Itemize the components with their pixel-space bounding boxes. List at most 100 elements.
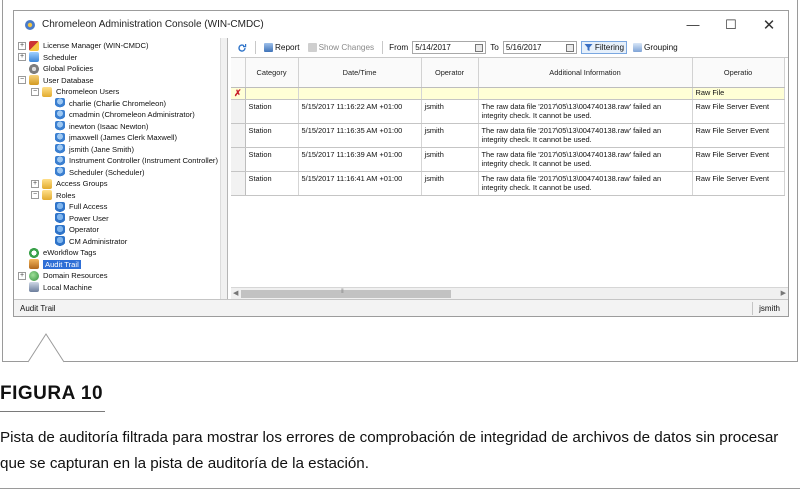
expand-icon[interactable]: + <box>18 53 26 62</box>
tree-item-label: Instrument Controller (Instrument Contro… <box>69 156 218 166</box>
collapse-icon[interactable]: − <box>31 87 39 96</box>
report-button[interactable]: Report <box>262 42 302 53</box>
filter-cell-operator[interactable] <box>421 87 479 100</box>
table-row[interactable]: Station 5/15/2017 11:16:22 AM +01:00 jsmit… <box>231 99 785 124</box>
tree-item[interactable]: jmaxwell (James Clerk Maxwell) <box>14 132 227 144</box>
tree-item[interactable]: − User Database <box>14 75 227 87</box>
tree-item[interactable]: charlie (Charlie Chromeleon) <box>14 98 227 110</box>
role-icon <box>55 201 65 212</box>
from-date-picker[interactable]: 5/14/2017 <box>412 41 487 54</box>
figure-frame: Chromeleon Administration Console (WIN-C… <box>2 0 798 362</box>
tree-item-label: Local Machine <box>43 282 92 292</box>
grouping-label: Grouping <box>644 43 678 52</box>
row-selector[interactable] <box>231 123 246 148</box>
expand-icon[interactable]: + <box>18 271 26 280</box>
collapse-icon[interactable]: − <box>18 76 26 85</box>
scrollbar-thumb[interactable]: ⦀ <box>241 289 451 298</box>
tree-item-label: Full Access <box>69 202 108 212</box>
role-icon <box>55 224 65 235</box>
lic-icon <box>29 40 39 51</box>
tree-item-label: inewton (Isaac Newton) <box>69 121 149 131</box>
column-header-operation[interactable]: Operatio <box>692 58 785 88</box>
role-icon <box>55 213 65 224</box>
tree-item[interactable]: cmadmin (Chromeleon Administrator) <box>14 109 227 121</box>
filter-row-selector[interactable]: ✗ <box>231 87 246 100</box>
filter-cell-category[interactable] <box>245 87 299 100</box>
cell-operation: Raw File Server Event <box>692 147 785 172</box>
table-row[interactable]: Station 5/15/2017 11:16:39 AM +01:00 jsmit… <box>231 147 785 172</box>
audit-toolbar: Report Show Changes From 5/14/2017 To 5/… <box>231 38 788 57</box>
filtering-button[interactable]: Filtering <box>580 41 627 54</box>
tree-item[interactable]: Power User <box>14 213 227 225</box>
tree-item[interactable]: Audit Trail <box>14 259 227 271</box>
horizontal-scrollbar[interactable]: ◀ ⦀ ▶ <box>231 287 788 299</box>
tree-item[interactable]: Instrument Controller (Instrument Contro… <box>14 155 227 167</box>
row-selector-header[interactable] <box>231 58 246 88</box>
minimize-button[interactable]: — <box>674 17 712 32</box>
cell-operator: jsmith <box>421 99 479 124</box>
cell-category: Station <box>245 147 299 172</box>
grid-header-row: Category Date/Time Operator Additional I… <box>231 58 785 88</box>
tree-item[interactable]: − Chromeleon Users <box>14 86 227 98</box>
tree-item[interactable]: + Scheduler <box>14 52 227 64</box>
audit-table: Category Date/Time Operator Additional I… <box>231 58 785 196</box>
expand-icon[interactable]: + <box>18 41 26 50</box>
scroll-right-icon[interactable]: ▶ <box>781 289 786 297</box>
tree-item[interactable]: + Access Groups <box>14 178 227 190</box>
calendar-icon[interactable] <box>475 43 484 52</box>
tree-item[interactable]: − Roles <box>14 190 227 202</box>
expand-icon[interactable]: + <box>31 179 39 188</box>
column-header-datetime[interactable]: Date/Time <box>298 58 422 88</box>
refresh-button[interactable] <box>235 42 249 54</box>
maximize-button[interactable]: ☐ <box>712 17 750 33</box>
show-changes-button[interactable]: Show Changes <box>306 42 377 53</box>
column-header-operator[interactable]: Operator <box>421 58 479 88</box>
role-icon <box>55 236 65 247</box>
tree-item[interactable]: Scheduler (Scheduler) <box>14 167 227 179</box>
collapse-icon[interactable]: − <box>31 191 39 200</box>
cell-additional-info: The raw data file '2017\05\13\004740138.… <box>478 99 693 124</box>
cell-datetime: 5/15/2017 11:16:39 AM +01:00 <box>298 147 422 172</box>
tree-item[interactable]: CM Administrator <box>14 236 227 248</box>
filter-cell-operation[interactable]: Raw File <box>692 87 785 100</box>
scroll-left-icon[interactable]: ◀ <box>233 289 238 297</box>
window-title: Chromeleon Administration Console (WIN-C… <box>42 19 264 30</box>
table-row[interactable]: Station 5/15/2017 11:16:41 AM +01:00 jsmit… <box>231 171 785 196</box>
tree-item-label: Audit Trail <box>43 259 81 269</box>
filter-cell-datetime[interactable] <box>298 87 422 100</box>
report-icon <box>264 43 273 52</box>
filter-cell-additional-info[interactable] <box>478 87 693 100</box>
close-button[interactable]: ✕ <box>750 16 788 34</box>
clear-filter-icon[interactable]: ✗ <box>234 88 242 98</box>
tree-item[interactable]: Local Machine <box>14 282 227 294</box>
tree-item[interactable]: + License Manager (WIN-CMDC) <box>14 40 227 52</box>
pc-icon <box>29 282 39 293</box>
tree-item-label: Scheduler <box>43 52 78 62</box>
tree-item[interactable]: Full Access <box>14 201 227 213</box>
column-header-category[interactable]: Category <box>245 58 299 88</box>
column-header-additional-info[interactable]: Additional Information <box>478 58 693 88</box>
grouping-button[interactable]: Grouping <box>631 42 680 53</box>
chromeleon-app-icon <box>25 19 35 30</box>
row-selector[interactable] <box>231 147 246 172</box>
cell-datetime: 5/15/2017 11:16:35 AM +01:00 <box>298 123 422 148</box>
user-icon <box>55 132 65 143</box>
row-selector[interactable] <box>231 99 246 124</box>
to-date-picker[interactable]: 5/16/2017 <box>502 41 577 54</box>
user-icon <box>55 155 65 166</box>
cell-operator: jsmith <box>421 123 479 148</box>
tree-item[interactable]: Operator <box>14 224 227 236</box>
tree-item[interactable]: jsmith (Jane Smith) <box>14 144 227 156</box>
flow-icon <box>29 247 39 258</box>
tree-item[interactable]: inewton (Isaac Newton) <box>14 121 227 133</box>
to-label: To <box>490 43 499 52</box>
tree-item[interactable]: Global Policies <box>14 63 227 75</box>
tree-scrollbar[interactable] <box>220 38 227 299</box>
tree-item[interactable]: eWorkflow Tags <box>14 247 227 259</box>
calendar-icon[interactable] <box>565 43 574 52</box>
tree-item-label: Roles <box>56 190 76 200</box>
table-row[interactable]: Station 5/15/2017 11:16:35 AM +01:00 jsmit… <box>231 123 785 148</box>
row-selector[interactable] <box>231 171 246 196</box>
cell-operator: jsmith <box>421 171 479 196</box>
tree-item[interactable]: + Domain Resources <box>14 270 227 282</box>
